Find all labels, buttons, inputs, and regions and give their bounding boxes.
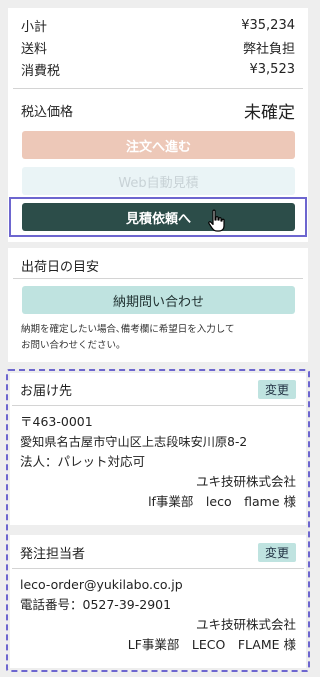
shipping-row: 送料 弊社負担 [21, 36, 295, 58]
quote-request-label: 見積依頼へ [125, 211, 191, 227]
hand-pointer-icon [208, 209, 225, 232]
delivery-inquiry-label: 納期問い合わせ [112, 294, 204, 310]
shipping-value: 弊社負担 [242, 41, 295, 57]
quote-request-button[interactable]: 見積依頼へ [22, 203, 295, 231]
proceed-to-order-button[interactable]: 注文へ進む [22, 131, 295, 159]
shipping-note-line2: お問い合わせください。 [21, 340, 126, 351]
address-section-highlight [6, 369, 310, 672]
shipping-date-card: 出荷日の目安 納期問い合わせ 納期を確定したい場合､備考欄に希望日を入力して お… [8, 248, 308, 362]
subtotal-label: 小計 [21, 19, 48, 35]
delivery-inquiry-button[interactable]: 納期問い合わせ [22, 286, 295, 314]
subtotal-value: ¥35,234 [241, 17, 295, 33]
total-value: 未確定 [244, 102, 295, 123]
tax-value: ¥3,523 [249, 61, 296, 77]
total-label: 税込価格 [21, 104, 74, 120]
total-row: 税込価格 未確定 [8, 89, 308, 123]
tax-row: 消費税 ¥3,523 [21, 58, 295, 80]
web-auto-quote-button[interactable]: Web自動見積 [22, 167, 295, 195]
subtotal-row: 小計 ¥35,234 [21, 14, 295, 36]
tax-label: 消費税 [21, 63, 61, 79]
shipping-note-line1: 納期を確定したい場合､備考欄に希望日を入力して [21, 324, 235, 335]
divider [13, 278, 303, 279]
proceed-to-order-label: 注文へ進む [125, 139, 191, 155]
shipping-note: 納期を確定したい場合､備考欄に希望日を入力して お問い合わせください。 [21, 322, 234, 354]
shipping-date-title: 出荷日の目安 [21, 260, 100, 275]
shipping-label: 送料 [21, 41, 48, 57]
web-auto-quote-label: Web自動見積 [118, 175, 199, 191]
